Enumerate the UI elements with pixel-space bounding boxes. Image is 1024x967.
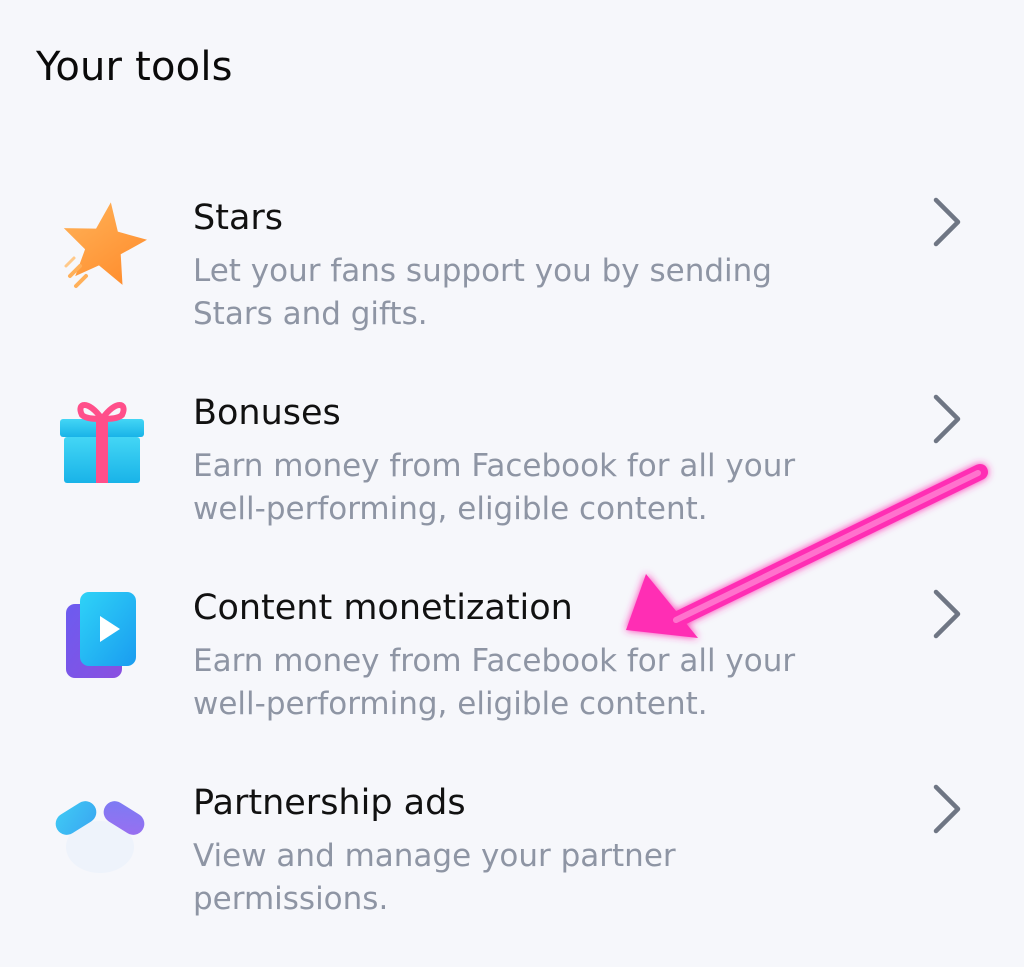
star-icon [63, 202, 147, 288]
tool-title: Stars [193, 198, 284, 238]
handshake-icon [55, 801, 145, 873]
tool-description: View and manage your partner permissions… [193, 838, 676, 917]
tool-description: Let your fans support you by sending Sta… [193, 253, 772, 332]
gift-icon [60, 402, 144, 483]
tool-row-stars[interactable]: Stars Let your fans support you by sendi… [0, 192, 1024, 382]
chevron-right-icon [933, 589, 961, 639]
chevron-right-icon [933, 197, 961, 247]
tool-row-bonuses[interactable]: Bonuses Earn money from Facebook for all… [0, 387, 1024, 577]
play-video-icon [66, 592, 136, 678]
tool-description: Earn money from Facebook for all your we… [193, 448, 796, 527]
tool-title: Content monetization [193, 588, 573, 628]
tool-row-partnership-ads[interactable]: Partnership ads View and manage your par… [0, 777, 1024, 967]
chevron-right-icon [933, 784, 961, 834]
tool-title: Partnership ads [193, 783, 466, 823]
chevron-right-icon [933, 394, 961, 444]
section-title: Your tools [36, 44, 233, 90]
tool-title: Bonuses [193, 393, 341, 433]
your-tools-screen: Your tools Stars Let your fans support y… [0, 0, 1024, 961]
tool-row-content-monetization[interactable]: Content monetization Earn money from Fac… [0, 582, 1024, 772]
tool-description: Earn money from Facebook for all your we… [193, 643, 796, 722]
